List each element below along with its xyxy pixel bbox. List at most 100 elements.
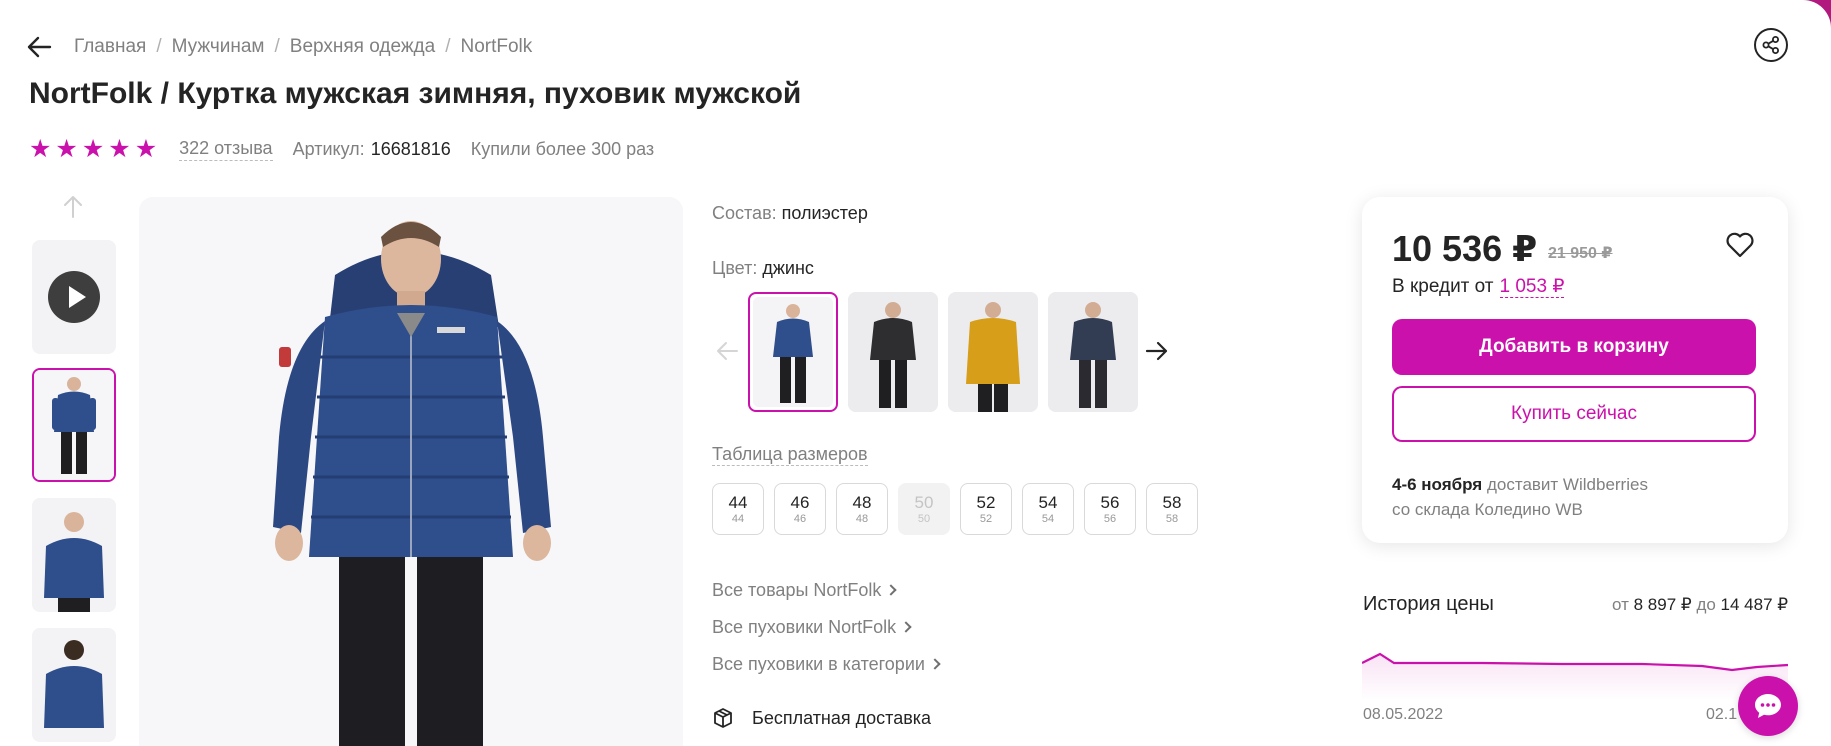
credit-offer: В кредит от 1 053 ₽ (1392, 275, 1565, 298)
star-icon: ★ (108, 135, 131, 163)
product-thumbnail-image (32, 498, 116, 612)
article-value: 16681816 (370, 138, 451, 159)
size-option-44[interactable]: 44 44 (712, 483, 764, 535)
breadcrumb-item-men[interactable]: Мужчинам (172, 36, 265, 58)
size-ru: 54 (1038, 492, 1058, 512)
price-history-range: от 8 897 ₽ до 14 487 ₽ (1612, 595, 1788, 615)
colors-next-arrow-icon[interactable] (1144, 338, 1170, 364)
range-min: 8 897 ₽ (1633, 595, 1692, 614)
size-intl: 52 (979, 512, 993, 525)
size-option-54[interactable]: 54 54 (1022, 483, 1074, 535)
color-swatch-navy[interactable] (1048, 292, 1138, 412)
swatch-photo (848, 292, 938, 412)
rating-stars[interactable]: ★ ★ ★ ★ ★ (29, 135, 158, 163)
price-history-chart[interactable] (1362, 640, 1788, 700)
free-delivery-label: Бесплатная доставка (752, 707, 932, 728)
delivery-warehouse: со склада Коледино WB (1392, 500, 1583, 519)
chevron-right-icon (900, 621, 912, 633)
breadcrumb-separator: / (274, 36, 280, 57)
size-intl: 56 (1103, 512, 1117, 525)
breadcrumb-item-brand[interactable]: NortFolk (460, 36, 532, 58)
thumbnail-image-1[interactable] (32, 368, 116, 482)
size-selector: 44 44 46 46 48 48 50 50 52 52 54 54 56 56 58 58 (712, 483, 1198, 535)
bought-count: Купили более 300 раз (470, 138, 655, 159)
size-option-58[interactable]: 58 58 (1146, 483, 1198, 535)
size-intl: 48 (855, 512, 869, 525)
add-to-cart-button[interactable]: Добавить в корзину (1392, 319, 1756, 375)
delivery-carrier: доставит Wildberries (1486, 475, 1648, 494)
size-option-52[interactable]: 52 52 (960, 483, 1012, 535)
breadcrumb-item-outerwear[interactable]: Верхняя одежда (290, 36, 435, 58)
size-option-46[interactable]: 46 46 (774, 483, 826, 535)
article-label: Артикул: (292, 138, 365, 159)
brand-down-jackets-link[interactable]: Все пуховики NortFolk (712, 617, 912, 638)
chevron-right-icon (885, 584, 898, 596)
product-thumbnail-image (32, 628, 116, 742)
swatch-image (753, 297, 833, 407)
thumbnails-up-arrow-icon[interactable] (60, 194, 86, 220)
box-icon (714, 708, 732, 728)
swatch-jacket-shape (1070, 318, 1116, 360)
swatch-image (1048, 292, 1138, 412)
price-history-end-date: 02.1 (1706, 706, 1738, 723)
size-ru: 58 (1162, 492, 1182, 512)
range-max: 14 487 ₽ (1720, 595, 1789, 614)
breadcrumb-item-home[interactable]: Главная (74, 36, 146, 58)
composition-value: полиэстер (781, 203, 868, 223)
share-icon (1762, 36, 1779, 54)
size-ru: 52 (976, 492, 996, 512)
colors-prev-arrow-icon[interactable] (714, 338, 740, 364)
composition-label: Состав: (712, 203, 777, 223)
link-label: Все пуховики NortFolk (712, 617, 897, 637)
color-label: Цвет: (712, 258, 758, 278)
swatch-photo (753, 297, 833, 407)
back-arrow-icon[interactable] (26, 34, 52, 60)
breadcrumb-separator: / (156, 36, 162, 57)
link-label: Все пуховики в категории (712, 654, 925, 674)
color-swatch-blue[interactable] (748, 292, 838, 412)
share-button[interactable] (1754, 28, 1788, 62)
thumbnail-video[interactable] (32, 240, 116, 354)
reviews-link[interactable]: 322 отзыва (179, 138, 273, 161)
buy-now-button[interactable]: Купить сейчас (1392, 386, 1756, 442)
size-ru: 46 (790, 492, 810, 512)
size-option-56[interactable]: 56 56 (1084, 483, 1136, 535)
price-history-start-date: 08.05.2022 (1363, 706, 1444, 723)
free-delivery: Бесплатная доставка (712, 707, 931, 729)
delivery-date: 4-6 ноября (1392, 475, 1483, 494)
product-title: NortFolk / Куртка мужская зимняя, пухови… (29, 77, 802, 110)
thumbnail-image-3[interactable] (32, 628, 116, 742)
chat-button[interactable] (1738, 676, 1798, 736)
credit-prefix: В кредит от (1392, 276, 1494, 297)
swatch-image (848, 292, 938, 412)
credit-amount-link[interactable]: 1 053 ₽ (1499, 276, 1565, 298)
thumbnail-image-2[interactable] (32, 498, 116, 612)
range-to-label: до (1696, 595, 1716, 614)
size-option-50[interactable]: 50 50 (898, 483, 950, 535)
size-ru: 48 (852, 492, 872, 512)
delivery-info: 4-6 ноября доставит Wildberries со склад… (1392, 472, 1648, 522)
favorite-heart-icon[interactable] (1724, 229, 1756, 261)
swatch-photo (1048, 292, 1138, 412)
old-price: 21 950 ₽ (1548, 245, 1613, 262)
swatch-image (948, 292, 1038, 412)
product-meta: ★ ★ ★ ★ ★ 322 отзыва Артикул: 16681816 К… (29, 135, 655, 163)
color-swatch-mustard[interactable] (948, 292, 1038, 412)
color-info: Цвет: джинс (712, 258, 814, 279)
star-icon: ★ (81, 135, 105, 163)
star-icon: ★ (134, 135, 158, 163)
current-price: 10 536 ₽ (1392, 228, 1538, 269)
size-table-link[interactable]: Таблица размеров (712, 444, 868, 466)
main-product-image[interactable] (139, 197, 683, 746)
color-value: джинс (762, 258, 814, 278)
brand-all-products-link[interactable]: Все товары NortFolk (712, 580, 898, 601)
color-swatch-black[interactable] (848, 292, 938, 412)
chat-bubble-icon (1755, 694, 1781, 718)
size-intl: 58 (1165, 512, 1179, 525)
swatch-jacket-shape (870, 318, 916, 360)
chevron-right-icon (929, 658, 941, 670)
size-ru: 44 (728, 492, 748, 512)
link-label: Все товары NortFolk (712, 580, 882, 600)
category-down-jackets-link[interactable]: Все пуховики в категории (712, 654, 941, 675)
size-option-48[interactable]: 48 48 (836, 483, 888, 535)
